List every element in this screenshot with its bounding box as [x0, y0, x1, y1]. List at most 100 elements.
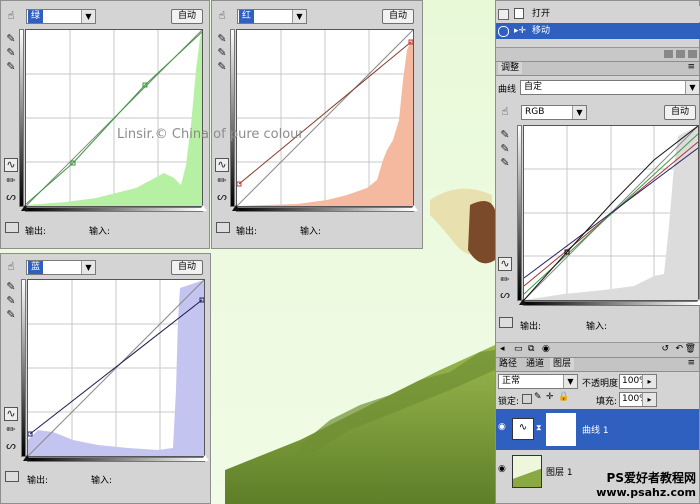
output-gradient-bar [517, 125, 522, 301]
chevron-right-icon: ▸ [642, 375, 656, 388]
white-point-slider[interactable] [410, 205, 418, 211]
curve-graph-green[interactable] [25, 29, 203, 207]
curve-mode-icon[interactable]: ∿ [4, 158, 18, 172]
channel-select-rgb[interactable]: RGB ▼ [521, 105, 587, 120]
auto-button-blue[interactable]: 自动 [171, 260, 203, 275]
preset-label: 曲线 [498, 85, 517, 95]
history-item-label: 移动 [532, 26, 551, 36]
clip-layer-icon[interactable]: ⧉ [528, 344, 534, 354]
hand-adjust-icon[interactable]: ☝ [4, 10, 18, 22]
chevron-down-icon: ▼ [81, 261, 95, 274]
black-point-slider[interactable] [232, 205, 240, 211]
channel-select-blue[interactable]: 蓝 ▼ [26, 260, 96, 275]
curve-graph-rgb[interactable] [523, 125, 699, 301]
eyedropper-black-icon[interactable]: ✎ [498, 129, 512, 141]
input-gradient-bar [27, 457, 205, 462]
channel-select-green[interactable]: 绿 ▼ [26, 9, 96, 24]
lock-transparent-icon[interactable] [522, 394, 532, 404]
curve-mode-icon[interactable]: ∿ [498, 257, 512, 271]
new-snapshot-icon[interactable] [676, 50, 685, 58]
blend-mode-value: 正常 [502, 376, 521, 386]
input-gradient-bar [25, 207, 203, 212]
opacity-field[interactable]: 100% ▸ [619, 374, 657, 389]
eyedropper-black-icon[interactable]: ✎ [215, 33, 229, 45]
tab-adjustments[interactable]: 调整 [498, 62, 523, 74]
trash-icon[interactable] [688, 50, 697, 58]
auto-button-rgb[interactable]: 自动 [664, 105, 696, 120]
visibility-eye-icon[interactable]: ◉ [498, 422, 506, 432]
pencil-icon[interactable]: ✏ [215, 175, 229, 187]
smooth-icon[interactable]: ᔕ [4, 191, 18, 203]
eyedropper-white-icon[interactable]: ✎ [498, 157, 512, 169]
white-point-slider[interactable] [199, 205, 207, 211]
lock-label: 锁定: [498, 397, 520, 407]
tab-channels[interactable]: 通道 [523, 358, 547, 370]
curve-mode-icon[interactable]: ∿ [4, 407, 18, 421]
chevron-down-icon: ▼ [572, 106, 586, 119]
output-gradient-bar [230, 29, 235, 207]
tab-paths[interactable]: 路径 [496, 358, 520, 370]
back-arrow-icon[interactable]: ◂ [500, 344, 505, 354]
pencil-icon[interactable]: ✏ [4, 175, 18, 187]
checkbox-icon[interactable] [498, 9, 509, 20]
panel-menu-icon[interactable]: ≡ [687, 62, 695, 72]
eyedropper-black-icon[interactable]: ✎ [4, 33, 18, 45]
smooth-icon[interactable]: ᔕ [215, 191, 229, 203]
white-point-slider[interactable] [695, 299, 700, 305]
reset-icon[interactable]: ↺ [661, 344, 669, 354]
channel-value: 蓝 [28, 261, 44, 274]
visibility-eye-icon[interactable]: ◉ [542, 344, 550, 354]
history-item[interactable]: 打开 [496, 6, 700, 22]
layer-row-selected[interactable]: ◉ ∿ ⧗ 曲线 1 [496, 409, 699, 450]
eyedropper-black-icon[interactable]: ✎ [4, 281, 18, 293]
output-label: 输出: [520, 322, 542, 332]
new-document-icon[interactable] [664, 50, 673, 58]
hand-adjust-icon[interactable]: ☝ [498, 106, 512, 118]
curve-graph-blue[interactable] [27, 279, 205, 457]
histogram-toggle-icon[interactable] [216, 222, 230, 233]
auto-button-green[interactable]: 自动 [171, 9, 203, 24]
curve-graph-svg [236, 29, 414, 207]
eyedropper-gray-icon[interactable]: ✎ [215, 47, 229, 59]
histogram-toggle-icon[interactable] [499, 317, 513, 328]
preset-select[interactable]: 自定 ▼ [520, 80, 700, 95]
hand-adjust-icon[interactable]: ☝ [215, 10, 229, 22]
output-label: 输出: [25, 227, 47, 237]
panel-menu-icon[interactable]: ≡ [687, 358, 695, 368]
black-point-slider[interactable] [519, 299, 527, 305]
history-item-selected[interactable]: ▸✛ 移动 [496, 23, 700, 39]
smooth-icon[interactable]: ᔕ [498, 289, 512, 301]
channel-value: RGB [525, 107, 545, 117]
curve-mode-icon[interactable]: ∿ [215, 158, 229, 172]
white-point-slider[interactable] [201, 455, 209, 461]
eyedropper-gray-icon[interactable]: ✎ [4, 47, 18, 59]
smooth-icon[interactable]: ᔕ [4, 440, 18, 452]
expand-view-icon[interactable]: ▭ [514, 344, 523, 354]
watermark-text: Linsir.© China of pure colour [117, 127, 304, 142]
tab-layers[interactable]: 图层 [550, 358, 575, 370]
histogram-toggle-icon[interactable] [5, 222, 19, 233]
eyedropper-gray-icon[interactable]: ✎ [498, 143, 512, 155]
auto-button-red[interactable]: 自动 [382, 9, 414, 24]
lock-all-icon[interactable]: 🔒 [558, 392, 569, 402]
output-gradient-bar [21, 279, 26, 457]
fill-field[interactable]: 100% ▸ [619, 392, 657, 407]
trash-icon[interactable]: 🗑 [685, 344, 696, 354]
eyedropper-white-icon[interactable]: ✎ [215, 61, 229, 73]
eyedropper-white-icon[interactable]: ✎ [4, 309, 18, 321]
curve-graph-red[interactable] [236, 29, 414, 207]
undo-icon[interactable]: ↶ [675, 344, 683, 354]
channel-select-red[interactable]: 红 ▼ [237, 9, 307, 24]
lock-move-icon[interactable]: ✛ [546, 392, 554, 402]
blend-mode-select[interactable]: 正常 ▼ [498, 374, 578, 389]
pencil-icon[interactable]: ✏ [4, 424, 18, 436]
eyedropper-white-icon[interactable]: ✎ [4, 61, 18, 73]
hand-adjust-icon[interactable]: ☝ [4, 261, 18, 273]
lock-brush-icon[interactable]: ✎ [534, 392, 542, 402]
visibility-eye-icon[interactable]: ◉ [498, 464, 506, 474]
black-point-slider[interactable] [23, 455, 31, 461]
eyedropper-gray-icon[interactable]: ✎ [4, 295, 18, 307]
histogram-toggle-icon[interactable] [5, 471, 19, 482]
pencil-icon[interactable]: ✏ [498, 274, 512, 286]
black-point-slider[interactable] [21, 205, 29, 211]
